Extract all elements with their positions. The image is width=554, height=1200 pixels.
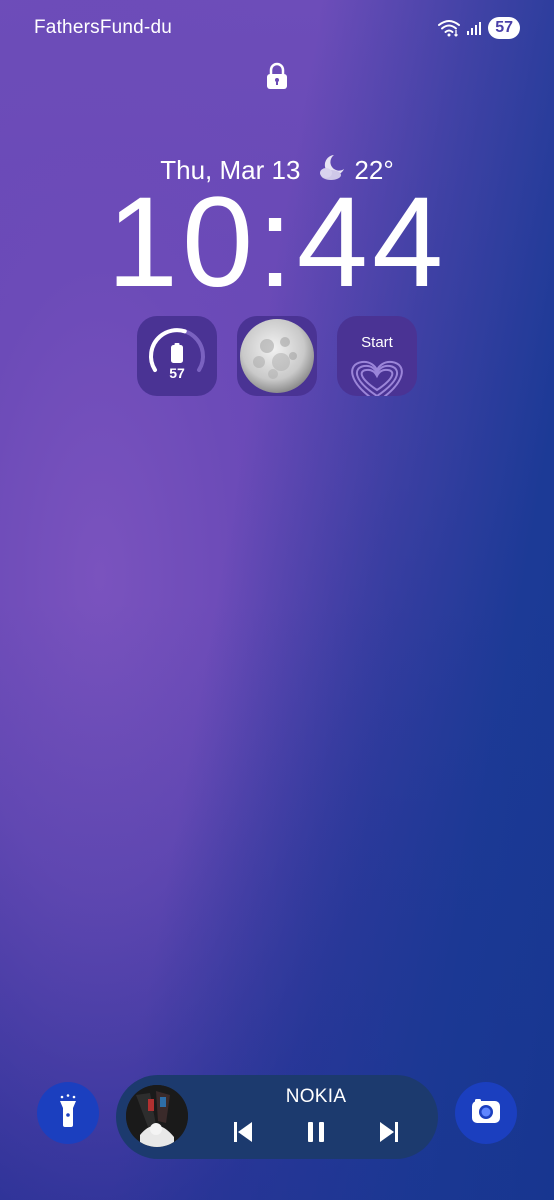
previous-icon[interactable]	[228, 1117, 258, 1147]
track-title: NOKIA	[285, 1086, 347, 1107]
battery-widget[interactable]: 57	[137, 316, 217, 396]
camera-icon	[471, 1098, 501, 1129]
lock-icon[interactable]	[266, 62, 288, 95]
status-icons: 57	[438, 17, 520, 39]
heart-icon	[351, 360, 403, 396]
next-icon[interactable]	[374, 1117, 404, 1147]
status-bar: FathersFund-du 57	[34, 14, 520, 42]
flashlight-button[interactable]	[37, 1082, 99, 1144]
camera-button[interactable]	[455, 1082, 517, 1144]
flashlight-icon	[57, 1093, 79, 1133]
media-player[interactable]: NOKIA	[116, 1075, 438, 1159]
media-controls	[228, 1117, 404, 1147]
wifi-icon	[438, 19, 461, 37]
widgets-row: 57 Start	[137, 316, 417, 396]
album-art[interactable]	[126, 1085, 188, 1147]
clock: 10:44	[106, 171, 448, 314]
battery-indicator: 57	[488, 17, 520, 39]
moon-widget[interactable]	[237, 316, 317, 396]
carrier-name: FathersFund-du	[34, 17, 172, 38]
full-moon-icon	[240, 319, 314, 393]
start-widget[interactable]: Start	[337, 316, 417, 396]
battery-widget-value: 57	[169, 365, 185, 381]
pause-icon[interactable]	[301, 1117, 331, 1147]
signal-icon	[466, 20, 482, 36]
